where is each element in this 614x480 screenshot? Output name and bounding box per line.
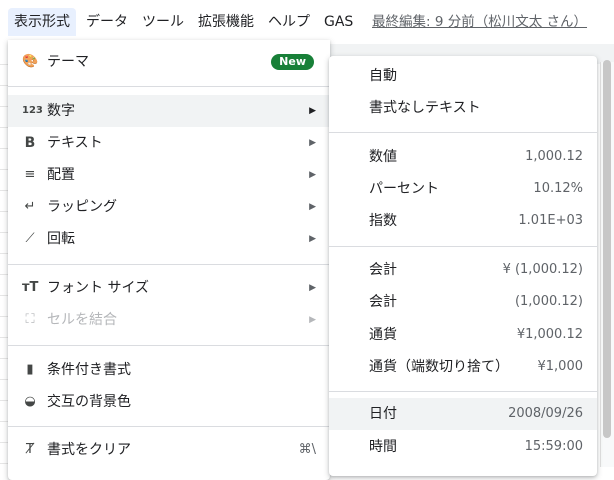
- menu-data[interactable]: データ: [86, 8, 128, 36]
- submenu-item-plain-text[interactable]: 書式なしテキスト: [329, 92, 597, 124]
- paint-roller-icon: ▮: [26, 362, 34, 377]
- menu-tools[interactable]: ツール: [142, 8, 184, 36]
- chevron-right-icon: ▶: [309, 283, 316, 293]
- menu-item-text[interactable]: B テキスト ▶: [8, 127, 330, 159]
- submenu-item-label: 数値: [369, 149, 397, 165]
- chevron-right-icon: ▶: [309, 138, 316, 148]
- submenu-item-label: 会計: [369, 294, 397, 310]
- menu-item-wrap[interactable]: ↵ ラッピング ▶: [8, 191, 330, 223]
- chevron-right-icon: ▶: [309, 234, 316, 244]
- sheet-grid-edge: [0, 44, 8, 467]
- submenu-item-label: 時間: [369, 439, 397, 455]
- menu-item-label: テーマ: [47, 54, 89, 70]
- wrap-icon: ↵: [24, 199, 36, 214]
- menu-item-label: 交互の背景色: [47, 394, 131, 410]
- submenu-item-example: 1,000.12: [525, 149, 583, 164]
- new-badge: New: [271, 54, 314, 70]
- submenu-item-example: ¥1,000.12: [516, 327, 583, 342]
- menu-item-rotate[interactable]: ⟋ 回転 ▶: [8, 223, 330, 255]
- submenu-item-currency[interactable]: 通貨 ¥1,000.12: [329, 319, 597, 351]
- clear-format-icon: Ⱦ: [26, 442, 34, 457]
- submenu-item-example: ¥ (1,000.12): [502, 262, 583, 277]
- menu-item-label: テキスト: [47, 135, 103, 151]
- menu-item-label: 回転: [47, 231, 75, 247]
- menu-item-font-size[interactable]: тT フォント サイズ ▶: [8, 272, 330, 304]
- submenu-item-label: 書式なしテキスト: [369, 100, 481, 116]
- rotate-icon: ⟋: [25, 231, 35, 246]
- submenu-item-financial[interactable]: 会計 (1,000.12): [329, 286, 597, 318]
- submenu-item-currency-rounded[interactable]: 通貨（端数切り捨て） ¥1,000: [329, 351, 597, 383]
- divider: [8, 86, 330, 87]
- menu-item-label: 書式をクリア: [47, 442, 131, 458]
- divider: [8, 264, 330, 265]
- merge-icon: ⛶: [25, 312, 35, 327]
- divider: [8, 345, 330, 346]
- submenu-item-accounting[interactable]: 会計 ¥ (1,000.12): [329, 254, 597, 286]
- menu-item-label: ラッピング: [47, 199, 117, 215]
- menu-extensions[interactable]: 拡張機能: [198, 8, 254, 36]
- font-size-icon: тT: [22, 280, 39, 295]
- fill-drop-icon: ◒: [24, 394, 36, 409]
- submenu-item-label: 指数: [369, 213, 397, 229]
- bold-icon: B: [24, 135, 36, 151]
- menu-item-label: 数字: [47, 103, 75, 119]
- menu-item-label: フォント サイズ: [47, 280, 150, 296]
- menu-item-align[interactable]: ≡ 配置 ▶: [8, 159, 330, 191]
- submenu-item-number[interactable]: 数値 1,000.12: [329, 141, 597, 173]
- submenu-item-label: パーセント: [369, 181, 439, 197]
- submenu-item-example: 2008/09/26: [508, 406, 583, 421]
- chevron-right-icon: ▶: [309, 170, 316, 180]
- submenu-item-label: 通貨（端数切り捨て）: [369, 359, 509, 375]
- menu-item-conditional-format[interactable]: ▮ 条件付き書式: [8, 354, 330, 386]
- menu-item-alternating-colors[interactable]: ◒ 交互の背景色: [8, 386, 330, 418]
- menu-help[interactable]: ヘルプ: [268, 8, 310, 36]
- menu-item-merge[interactable]: ⛶ セルを結合 ▶: [8, 304, 330, 336]
- submenu-item-label: 通貨: [369, 327, 397, 343]
- menu-item-label: セルを結合: [47, 312, 117, 328]
- chevron-right-icon: ▶: [309, 106, 316, 116]
- format-dropdown: 🎨 テーマ New 123 数字 ▶ B テキスト ▶ ≡ 配置 ▶ ↵ ラッピ…: [8, 40, 330, 480]
- submenu-item-example: (1,000.12): [514, 294, 583, 309]
- submenu-item-label: 日付: [369, 406, 397, 422]
- submenu-item-time[interactable]: 時間 15:59:00: [329, 431, 597, 463]
- submenu-item-example: 10.12%: [533, 181, 583, 196]
- chevron-right-icon: ▶: [309, 202, 316, 212]
- align-left-icon: ≡: [24, 167, 36, 182]
- menu-item-label: 条件付き書式: [47, 362, 131, 378]
- divider: [329, 391, 597, 392]
- menu-gas[interactable]: GAS: [324, 8, 353, 36]
- vertical-scrollbar[interactable]: [603, 60, 611, 438]
- number-123-icon: 123: [22, 105, 43, 116]
- submenu-item-percent[interactable]: パーセント 10.12%: [329, 173, 597, 205]
- submenu-item-example: 15:59:00: [524, 439, 583, 454]
- number-format-submenu: 自動 書式なしテキスト 数値 1,000.12 パーセント 10.12% 指数 …: [329, 56, 597, 476]
- menu-item-theme[interactable]: 🎨 テーマ New: [8, 46, 330, 78]
- submenu-item-example: ¥1,000: [537, 359, 584, 374]
- submenu-item-automatic[interactable]: 自動: [329, 60, 597, 92]
- submenu-item-date[interactable]: 日付 2008/09/26: [329, 398, 597, 430]
- menu-format[interactable]: 表示形式: [8, 8, 76, 36]
- submenu-item-scientific[interactable]: 指数 1.01E+03: [329, 205, 597, 237]
- divider: [329, 246, 597, 247]
- submenu-item-example: 1.01E+03: [518, 213, 583, 228]
- divider: [329, 132, 597, 133]
- palette-icon: 🎨: [22, 54, 39, 69]
- menu-item-number[interactable]: 123 数字 ▶: [8, 95, 330, 127]
- menu-item-clear-format[interactable]: Ⱦ 書式をクリア ⌘\: [8, 434, 330, 466]
- divider: [8, 426, 330, 427]
- menu-item-label: 配置: [47, 167, 75, 183]
- last-edit-link[interactable]: 最終編集: 9 分前（松川文太 さん）: [372, 8, 587, 36]
- chevron-right-icon: ▶: [309, 315, 316, 325]
- submenu-item-label: 自動: [369, 68, 397, 84]
- submenu-item-label: 会計: [369, 262, 397, 278]
- menu-bar: 表示形式 データ ツール 拡張機能 ヘルプ GAS 最終編集: 9 分前（松川文…: [0, 0, 614, 44]
- shortcut-text: ⌘\: [298, 442, 316, 457]
